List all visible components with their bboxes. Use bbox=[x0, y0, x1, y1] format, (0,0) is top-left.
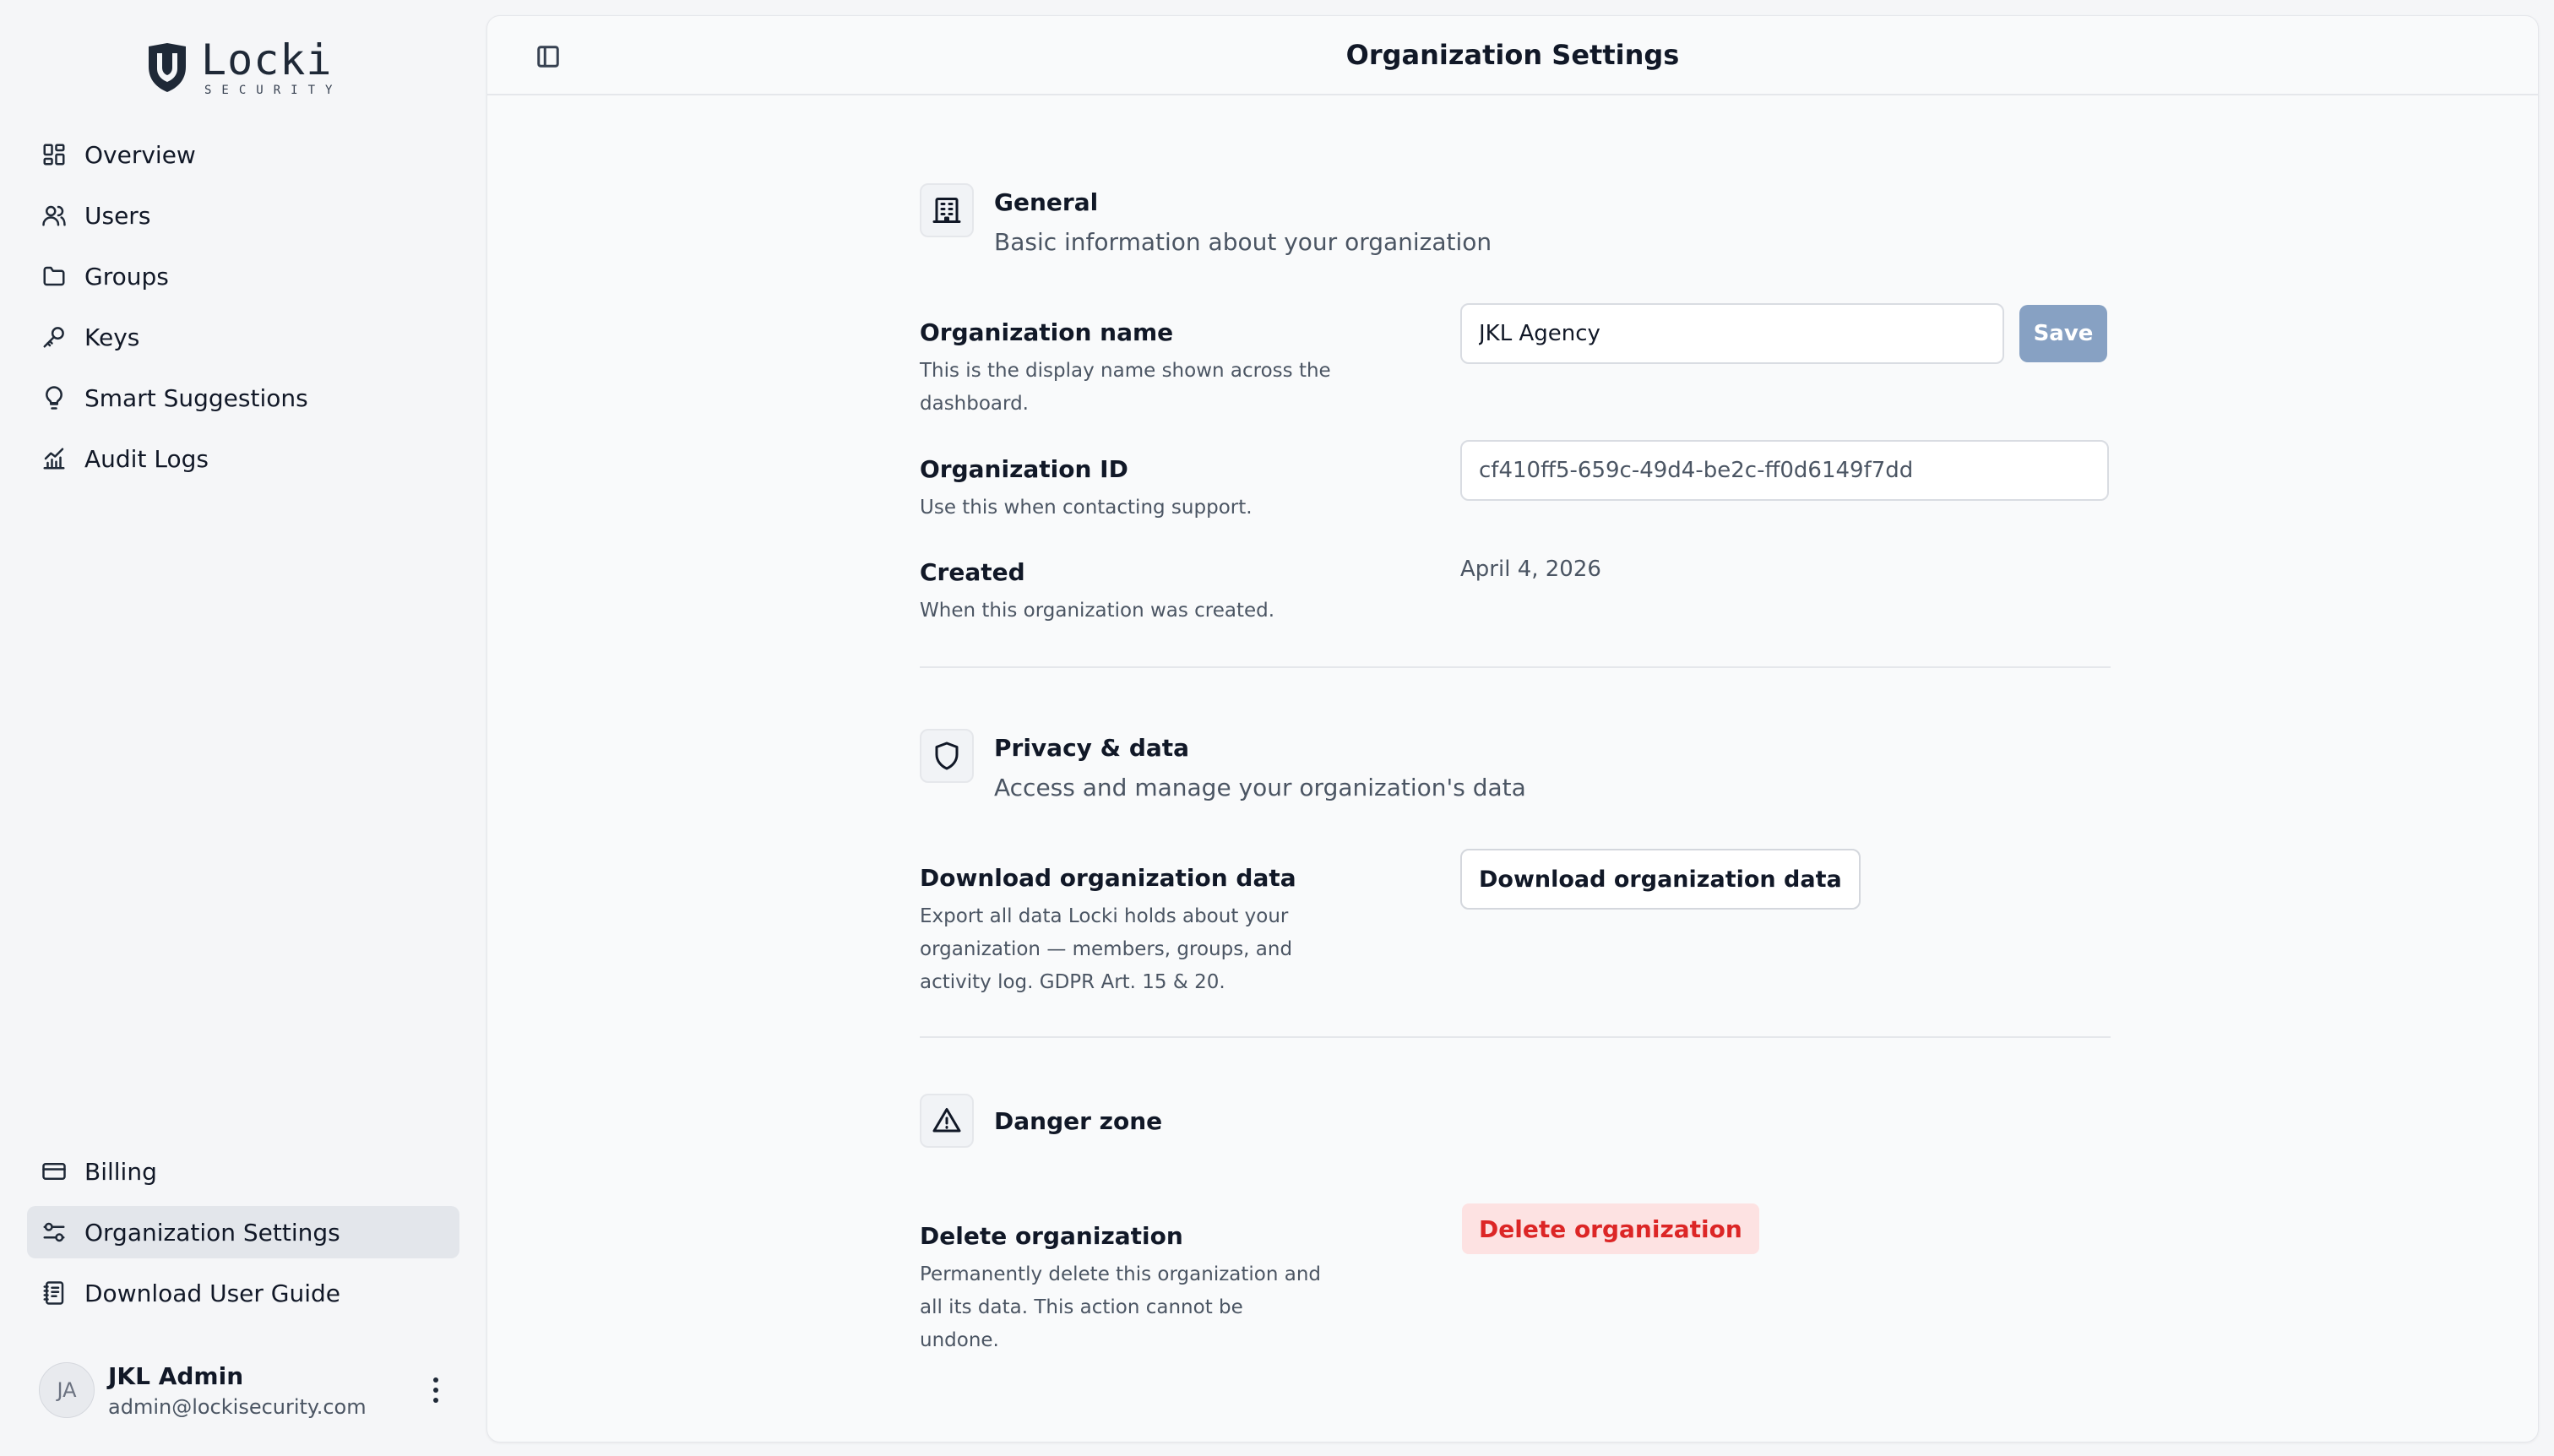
privacy-section-header: Privacy & data Access and manage your or… bbox=[920, 729, 1526, 801]
secondary-nav: Billing Organization Settings Download U… bbox=[27, 1145, 459, 1328]
sliders-icon bbox=[41, 1219, 68, 1246]
field-label: Organization name bbox=[920, 318, 1174, 346]
field-label: Organization ID bbox=[920, 455, 1128, 483]
page-title: Organization Settings bbox=[1345, 39, 1680, 71]
credit-card-icon bbox=[41, 1158, 68, 1185]
danger-section-header: Danger zone bbox=[920, 1094, 1162, 1148]
brand-logo[interactable]: Locki SECURITY bbox=[145, 37, 342, 98]
main-panel: Organization Settings General Basic info… bbox=[486, 15, 2539, 1442]
section-divider bbox=[920, 1036, 2111, 1038]
field-label: Delete organization bbox=[920, 1222, 1183, 1250]
organization-id-field[interactable] bbox=[1460, 440, 2109, 501]
section-title: General bbox=[994, 188, 1099, 216]
lightbulb-icon bbox=[41, 384, 68, 411]
users-icon bbox=[41, 202, 68, 229]
field-description: When this organization was created. bbox=[920, 600, 1275, 622]
delete-org-label-group: Delete organization Permanently delete t… bbox=[920, 1222, 1359, 1357]
shield-icon bbox=[920, 729, 974, 783]
sidebar-item-audit-logs[interactable]: Audit Logs bbox=[27, 432, 459, 485]
user-profile[interactable]: JA JKL Admin admin@lockisecurity.com bbox=[39, 1356, 453, 1424]
sidebar-item-label: Billing bbox=[84, 1157, 157, 1186]
sidebar-item-keys[interactable]: Keys bbox=[27, 311, 459, 363]
dashboard-grid-icon bbox=[41, 141, 68, 168]
section-subtitle: Basic information about your organizatio… bbox=[994, 228, 1492, 256]
chart-icon bbox=[41, 445, 68, 472]
sidebar-item-groups[interactable]: Groups bbox=[27, 250, 459, 302]
sidebar-item-overview[interactable]: Overview bbox=[27, 128, 459, 181]
sidebar-item-smart-suggestions[interactable]: Smart Suggestions bbox=[27, 372, 459, 424]
brand-name: Locki bbox=[201, 35, 333, 84]
delete-organization-button[interactable]: Delete organization bbox=[1462, 1203, 1759, 1254]
created-date: April 4, 2026 bbox=[1460, 557, 1601, 582]
warning-triangle-icon bbox=[920, 1094, 974, 1148]
building-icon bbox=[920, 183, 974, 237]
org-id-label-group: Organization ID Use this when contacting… bbox=[920, 455, 1359, 524]
sidebar-item-download-user-guide[interactable]: Download User Guide bbox=[27, 1267, 459, 1319]
sidebar-item-label: Users bbox=[84, 201, 151, 230]
sidebar-item-label: Groups bbox=[84, 262, 169, 291]
save-button[interactable]: Save bbox=[2019, 305, 2107, 362]
section-title: Privacy & data bbox=[994, 734, 1190, 762]
sidebar-item-label: Keys bbox=[84, 323, 140, 351]
book-icon bbox=[41, 1279, 68, 1307]
created-label-group: Created When this organization was creat… bbox=[920, 558, 1359, 627]
top-bar: Organization Settings bbox=[487, 16, 2538, 95]
sidebar-item-label: Overview bbox=[84, 140, 196, 169]
sidebar-item-label: Organization Settings bbox=[84, 1218, 340, 1247]
primary-nav: Overview Users Groups Keys Smart Suggest… bbox=[27, 128, 459, 493]
field-description: Use this when contacting support. bbox=[920, 497, 1253, 519]
key-icon bbox=[41, 323, 68, 350]
download-organization-data-button[interactable]: Download organization data bbox=[1460, 849, 1861, 910]
sidebar: Locki SECURITY Overview Users Groups Key… bbox=[0, 0, 486, 1456]
general-section-header: General Basic information about your org… bbox=[920, 183, 1492, 256]
more-options-icon[interactable] bbox=[419, 1365, 453, 1415]
org-name-label-group: Organization name This is the display na… bbox=[920, 318, 1359, 421]
field-description: Permanently delete this organization and… bbox=[920, 1263, 1322, 1351]
sidebar-item-label: Download User Guide bbox=[84, 1279, 341, 1307]
sidebar-item-label: Audit Logs bbox=[84, 444, 209, 473]
avatar: JA bbox=[39, 1362, 95, 1418]
sidebar-item-users[interactable]: Users bbox=[27, 189, 459, 242]
user-email: admin@lockisecurity.com bbox=[108, 1394, 367, 1419]
user-name: JKL Admin bbox=[108, 1361, 244, 1390]
shield-logo-icon bbox=[149, 43, 186, 92]
section-title: Danger zone bbox=[994, 1106, 1163, 1135]
sidebar-item-billing[interactable]: Billing bbox=[27, 1145, 459, 1198]
field-description: Export all data Locki holds about your o… bbox=[920, 905, 1293, 993]
sidebar-toggle-icon[interactable] bbox=[533, 41, 563, 72]
brand-tagline: SECURITY bbox=[204, 84, 343, 97]
section-divider bbox=[920, 666, 2111, 668]
field-label: Created bbox=[920, 558, 1025, 586]
sidebar-item-organization-settings[interactable]: Organization Settings bbox=[27, 1206, 459, 1258]
section-subtitle: Access and manage your organization's da… bbox=[994, 774, 1526, 801]
folder-icon bbox=[41, 263, 68, 290]
organization-name-input[interactable] bbox=[1460, 303, 2004, 364]
sidebar-item-label: Smart Suggestions bbox=[84, 383, 308, 412]
field-description: This is the display name shown across th… bbox=[920, 360, 1331, 415]
field-label: Download organization data bbox=[920, 864, 1296, 892]
download-data-label-group: Download organization data Export all da… bbox=[920, 864, 1359, 999]
